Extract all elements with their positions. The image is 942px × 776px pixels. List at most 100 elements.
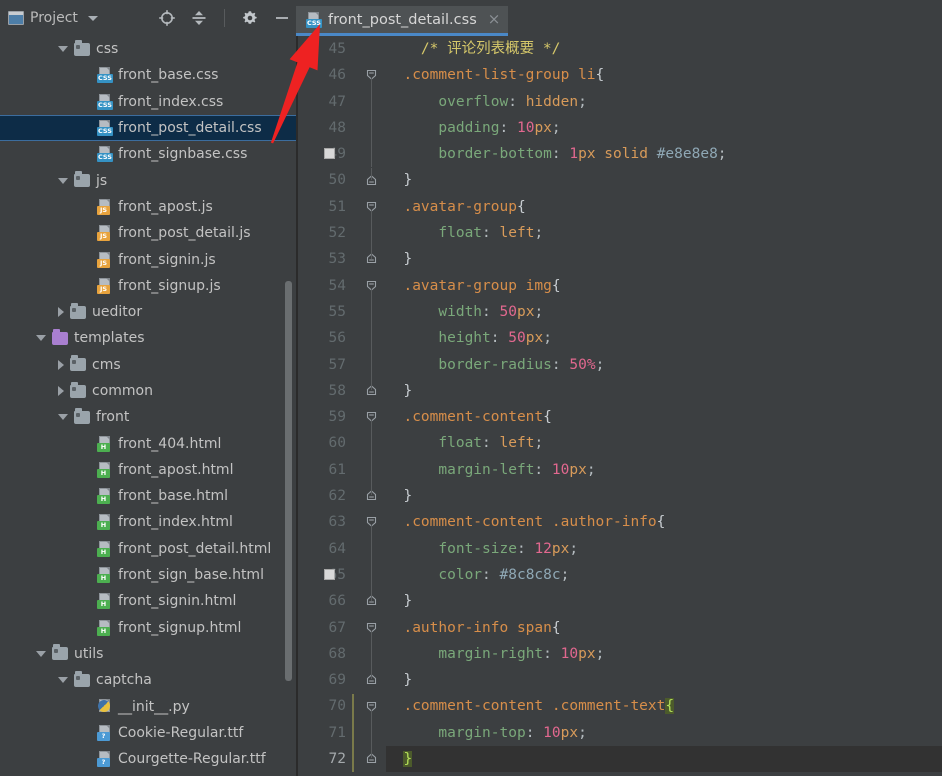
collapse-all-icon[interactable] [190,9,208,27]
tree-file-row[interactable]: ? Courgette-Regular.ttf [0,746,296,772]
folder-icon [70,302,86,319]
code-line[interactable]: color: #8c8c8c; [386,562,942,588]
editor-fold-gutter[interactable] [324,36,386,776]
tree-folder-row[interactable]: cms [0,352,296,378]
code-token: px [560,724,579,741]
main-body: css CSS front_base.css CSS front_index.css CS… [0,36,942,776]
chevron-down-icon[interactable] [36,650,46,657]
tree-file-row[interactable]: Hfront_apost.html [0,457,296,483]
code-line[interactable]: } [386,483,942,509]
gutter-change-marker[interactable] [324,569,335,580]
tree-folder-row[interactable]: captcha [0,667,296,693]
code-line[interactable]: .comment-content{ [386,404,942,430]
code-line[interactable]: float: left; [386,220,942,246]
tree-file-row[interactable]: JS front_signup.js [0,273,296,299]
code-line[interactable]: } [386,588,942,614]
html-file-icon: H [97,540,112,557]
chevron-right-icon[interactable] [58,307,64,318]
folder-icon [74,407,90,424]
tree-file-row[interactable]: CSS front_signbase.css [0,141,296,167]
tree-file-row[interactable]: Hfront_post_detail.html [0,536,296,562]
chevron-down-icon[interactable] [36,335,46,342]
tree-file-row[interactable]: JS front_post_detail.js [0,220,296,246]
project-tree-scrollbar[interactable] [285,281,292,681]
code-line[interactable]: .comment-content .author-info{ [386,509,942,535]
code-block-indicator [352,693,354,773]
chevron-down-icon[interactable] [58,46,68,53]
code-line[interactable]: height: 50px; [386,325,942,351]
code-line[interactable]: border-radius: 50%; [386,352,942,378]
unknown-file-icon: ? [97,724,112,741]
close-icon[interactable]: × [488,12,501,27]
gutter-change-marker[interactable] [324,148,335,160]
css-file-icon: CSS [97,67,113,84]
project-panel-title-button[interactable]: Project [8,10,98,26]
chevron-down-icon[interactable] [58,177,68,184]
code-line[interactable]: /* 评论列表概要 */ [386,36,942,62]
tree-file-row[interactable]: CSS front_index.css [0,89,296,115]
code-line[interactable]: .comment-list-group li{ [386,62,942,88]
gear-icon[interactable] [241,9,259,27]
chevron-right-icon[interactable] [58,386,64,396]
tree-item-label: front_signup.js [118,277,221,294]
code-editor[interactable]: 45 46 47 48 49 50 51 52 53 54 55 56 57 58 59 60 61 62 63 64… [298,36,942,776]
code-token: px [569,461,587,478]
chevron-right-icon[interactable] [58,359,64,370]
code-line[interactable]: margin-right: 10px; [386,641,942,667]
code-line[interactable]: border-bottom: 1px solid #e8e8e8; [386,141,942,167]
code-line[interactable]: } [386,246,942,272]
code-line[interactable]: .avatar-group img{ [386,273,942,299]
code-line[interactable]: padding: 10px; [386,115,942,141]
editor-code-area[interactable]: /* 评论列表概要 */ .comment-list-group li{ ove… [386,36,942,776]
code-line[interactable]: } [386,746,942,773]
code-line[interactable]: margin-left: 10px; [386,457,942,483]
tree-item-label: front_signbase.css [118,146,248,163]
tree-folder-row[interactable]: common [0,378,296,404]
tree-file-row[interactable]: Hfront_index.html [0,509,296,535]
chevron-down-icon[interactable] [87,15,98,21]
code-token: : [534,461,552,478]
code-line[interactable]: } [386,667,942,693]
tree-folder-row[interactable]: ueditor [0,299,296,325]
chevron-down-icon[interactable] [58,414,68,421]
editor-tab-front-post-detail-css[interactable]: CSS front_post_detail.css × [296,6,509,36]
tree-file-row[interactable]: __init__.py [0,693,296,719]
code-line[interactable]: width: 50px; [386,299,942,325]
tree-folder-row[interactable]: utils [0,641,296,667]
tree-file-row[interactable]: Hfront_sign_base.html [0,562,296,588]
line-number: 47 [328,93,346,110]
tree-folder-row[interactable]: css [0,36,296,62]
code-token: : [482,303,500,320]
code-line[interactable]: } [386,378,942,404]
tree-file-row[interactable]: ? Cookie-Regular.ttf [0,720,296,746]
tree-file-row[interactable]: CSS front_base.css [0,62,296,88]
tree-file-row[interactable]: CSS front_post_detail.css [0,114,296,142]
tree-file-row[interactable]: Hfront_base.html [0,483,296,509]
code-line[interactable]: .author-info span{ [386,615,942,641]
code-line[interactable]: } [386,167,942,193]
code-line[interactable]: margin-top: 10px; [386,720,942,746]
code-token: : [482,566,500,583]
project-tree-panel[interactable]: css CSS front_base.css CSS front_index.css CS… [0,36,296,776]
fold-guide-line [371,483,372,496]
tree-folder-row[interactable]: front [0,404,296,430]
tree-folder-row[interactable]: js [0,167,296,193]
code-line[interactable]: .comment-content .comment-text{ [386,693,942,719]
code-line[interactable]: float: left; [386,430,942,456]
tree-file-row[interactable]: Hfront_404.html [0,430,296,456]
tree-file-row[interactable]: JS front_apost.js [0,194,296,220]
tree-file-row[interactable]: Hfront_signin.html [0,588,296,614]
code-token: ; [534,303,544,320]
code-line[interactable]: overflow: hidden; [386,89,942,115]
locate-target-icon[interactable] [158,9,176,27]
tree-folder-row[interactable]: templates [0,325,296,351]
code-line[interactable]: .avatar-group{ [386,194,942,220]
minimize-icon[interactable] [273,9,291,27]
code-line[interactable]: font-size: 12px; [386,536,942,562]
tree-file-row[interactable]: Hfront_signup.html [0,615,296,641]
tree-file-row[interactable]: JS front_signin.js [0,246,296,272]
chevron-down-icon[interactable] [58,677,68,684]
